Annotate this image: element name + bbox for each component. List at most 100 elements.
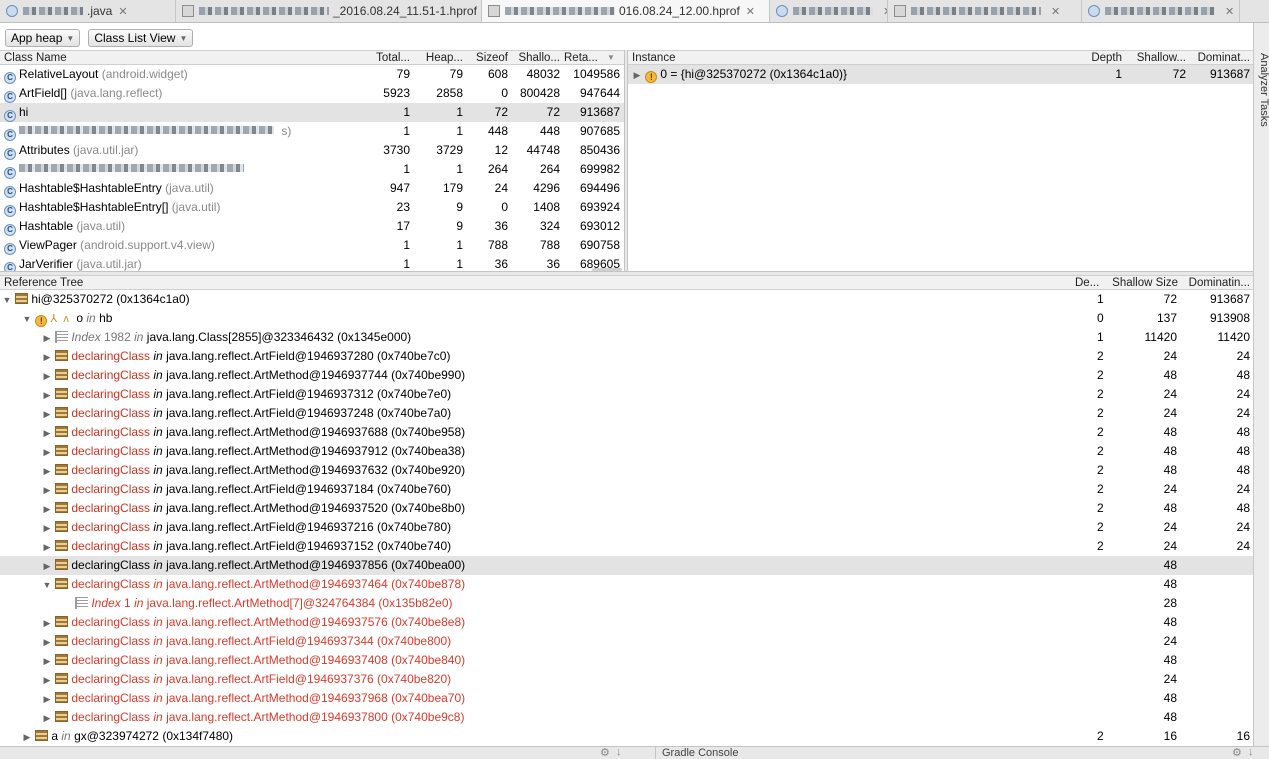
tree-row[interactable]: ▼ hi@325370272 (0x1364c1a0) 1 72 913687 (0, 290, 1253, 309)
field-icon (55, 616, 69, 627)
tree-row[interactable]: ▼ declaringClass in java.lang.reflect.Ar… (0, 575, 1253, 594)
col-depth[interactable]: Depth (1086, 51, 1122, 65)
expand-arrow-icon[interactable]: ▶ (42, 519, 52, 537)
expand-arrow-icon[interactable]: ▶ (42, 481, 52, 499)
tree-row[interactable]: ▶ declaringClass in java.lang.reflect.Ar… (0, 670, 1253, 689)
class-row[interactable]: C Hashtable$HashtableEntry[] (java.util) 2… (0, 198, 624, 217)
tree-row[interactable]: ▶ declaringClass in java.lang.reflect.Ar… (0, 423, 1253, 442)
instance-row[interactable]: ▶ ! 0 = {hi@325370272 (0x1364c1a0)} 1 72 913… (628, 65, 1253, 84)
pin-icon[interactable]: ↓ (1248, 747, 1254, 758)
col-depth[interactable]: De... (1075, 276, 1105, 290)
expand-arrow-icon[interactable]: ▶ (42, 443, 52, 461)
expand-arrow-icon[interactable]: ▶ (42, 671, 52, 689)
expand-arrow-icon[interactable]: ▶ (42, 329, 52, 347)
tree-row[interactable]: ▶ declaringClass in java.lang.reflect.Ar… (0, 651, 1253, 670)
tree-row[interactable]: ▶ declaringClass in java.lang.reflect.Ar… (0, 708, 1253, 727)
col-shallow-size[interactable]: Shallow Size (1110, 276, 1178, 290)
col-sizeof[interactable]: Sizeof (471, 51, 508, 65)
expand-arrow-icon[interactable]: ▶ (42, 633, 52, 651)
expand-arrow-icon[interactable]: ▶ (42, 690, 52, 708)
owner-label: java.lang.reflect.ArtMethod@1946937856 (… (166, 558, 466, 572)
expand-arrow-icon[interactable]: ▶ (42, 462, 52, 480)
class-heap-cell: 79 (449, 67, 463, 81)
expand-arrow-icon[interactable]: ▶ (42, 405, 52, 423)
expand-arrow-icon[interactable]: ▶ (42, 348, 52, 366)
tree-row[interactable]: ▶ a in gx@323974272 (0x134f7480) 2 16 16 (0, 727, 1253, 746)
tree-row[interactable]: ▶ declaringClass in java.lang.reflect.Ar… (0, 480, 1253, 499)
collapse-arrow-icon[interactable]: ▼ (42, 576, 52, 594)
class-row[interactable]: C RelativeLayout (android.widget) 79 79 608 4… (0, 65, 624, 84)
col-total-count[interactable]: Total... (366, 51, 410, 65)
class-row[interactable]: C Hashtable$HashtableEntry (java.util) 947… (0, 179, 624, 198)
close-icon[interactable]: ✕ (1225, 5, 1234, 18)
field-icon (55, 388, 69, 399)
col-heap-count[interactable]: Heap... (419, 51, 463, 65)
expand-arrow-icon[interactable]: ▶ (42, 538, 52, 556)
col-shallow-size[interactable]: Shallow... (1132, 51, 1186, 65)
class-row[interactable]: C ArtField[] (java.lang.reflect) 5923 2858 0… (0, 84, 624, 103)
tree-row[interactable]: ▶ declaringClass in java.lang.reflect.Ar… (0, 499, 1253, 518)
expand-arrow-icon[interactable]: ▶ (42, 614, 52, 632)
tree-row[interactable]: ▶ declaringClass in java.lang.reflect.Ar… (0, 632, 1253, 651)
class-row[interactable]: C s) 1 1 448 448 907685 (0, 122, 624, 141)
tree-row[interactable]: ▶ declaringClass in java.lang.reflect.Ar… (0, 461, 1253, 480)
close-icon[interactable]: ✕ (1051, 5, 1060, 18)
gear-icon[interactable]: ⚙ (600, 747, 610, 759)
tree-row[interactable]: ▶ declaringClass in java.lang.reflect.Ar… (0, 366, 1253, 385)
collapse-arrow-icon[interactable]: ▼ (22, 310, 32, 328)
tree-row[interactable]: ▶ declaringClass in java.lang.reflect.Ar… (0, 404, 1253, 423)
col-reference-tree[interactable]: Reference Tree (4, 276, 304, 290)
gear-icon[interactable]: ⚙ (1232, 747, 1242, 759)
tree-row[interactable]: ▶ declaringClass in java.lang.reflect.Ar… (0, 613, 1253, 632)
tree-row[interactable]: ▶ declaringClass in java.lang.reflect.Ar… (0, 556, 1253, 575)
tree-row[interactable]: ▶ declaringClass in java.lang.reflect.Ar… (0, 537, 1253, 556)
editor-tab[interactable]: .java ✕ (0, 0, 176, 22)
expand-arrow-icon[interactable]: ▶ (632, 66, 642, 84)
col-retained-size[interactable]: Reta... (564, 51, 604, 65)
class-row[interactable]: C 1 1 264 264 699982 (0, 160, 624, 179)
tree-row[interactable]: ▶ declaringClass in java.lang.reflect.Ar… (0, 385, 1253, 404)
expand-arrow-icon[interactable]: ▶ (42, 500, 52, 518)
class-row[interactable]: C JarVerifier (java.util.jar) 1 1 36 36 689605 (0, 255, 624, 271)
owner-label: java.lang.reflect.ArtField@1946937312 (0… (166, 387, 452, 401)
tree-row[interactable]: ▶ Index 1982 in java.lang.Class[2855]@32… (0, 328, 1253, 347)
tree-row[interactable]: ▶ declaringClass in java.lang.reflect.Ar… (0, 442, 1253, 461)
collapse-arrow-icon[interactable]: ▼ (2, 291, 12, 309)
expand-arrow-icon[interactable]: ▶ (42, 652, 52, 670)
class-row[interactable]: C Attributes (java.util.jar) 3730 3729 12 447… (0, 141, 624, 160)
editor-tab[interactable]: ✕ (1082, 0, 1240, 22)
editor-tab[interactable]: _2016.08.24_11.51-1.hprof✕ (176, 0, 482, 22)
col-dominating-size[interactable]: Dominatin... (1182, 276, 1250, 290)
in-label: in (153, 634, 163, 648)
col-shallow-size[interactable]: Shallo... (512, 51, 560, 65)
class-icon: C (4, 262, 16, 271)
pin-icon[interactable]: ↓ (616, 747, 622, 758)
tree-row[interactable]: ▶ declaringClass in java.lang.reflect.Ar… (0, 518, 1253, 537)
expand-arrow-icon[interactable]: ▶ (42, 424, 52, 442)
tree-row[interactable]: ▼ ! ⅄ ᴧ o in hb 0 137 913908 (0, 309, 1253, 328)
col-dominating-size[interactable]: Dominat... (1192, 51, 1250, 65)
gradle-console-tab[interactable]: Gradle Console (662, 747, 738, 759)
close-icon[interactable]: ✕ (118, 5, 127, 18)
expand-arrow-icon[interactable]: ▶ (22, 728, 32, 746)
col-instance[interactable]: Instance (632, 51, 832, 65)
expand-arrow-icon[interactable]: ▶ (42, 386, 52, 404)
class-row[interactable]: Chi 1 1 72 72 913687 (0, 103, 624, 122)
class-row[interactable]: C Hashtable (java.util) 17 9 36 324 693012 (0, 217, 624, 236)
class-row[interactable]: C ViewPager (android.support.v4.view) 1 1 78… (0, 236, 624, 255)
editor-tab[interactable]: ✕ (770, 0, 888, 22)
editor-tab[interactable]: 016.08.24_12.00.hprof ✕ (482, 0, 770, 22)
col-class-name[interactable]: Class Name (4, 51, 304, 65)
tree-row[interactable]: Index 1 in java.lang.reflect.ArtMethod[7… (0, 594, 1253, 613)
view-select[interactable]: Class List View ▼ (88, 29, 194, 47)
expand-arrow-icon[interactable]: ▶ (42, 367, 52, 385)
editor-tab[interactable]: ✕ (888, 0, 1082, 22)
expand-arrow-icon[interactable]: ▶ (42, 709, 52, 727)
analyzer-tasks-tab[interactable]: Analyzer Tasks (1256, 53, 1269, 163)
tree-shallow: 48 (1163, 653, 1177, 667)
tree-row[interactable]: ▶ declaringClass in java.lang.reflect.Ar… (0, 689, 1253, 708)
heap-select[interactable]: App heap ▼ (5, 29, 81, 47)
tree-row[interactable]: ▶ declaringClass in java.lang.reflect.Ar… (0, 347, 1253, 366)
close-icon[interactable]: ✕ (746, 5, 755, 18)
expand-arrow-icon[interactable]: ▶ (42, 557, 52, 575)
